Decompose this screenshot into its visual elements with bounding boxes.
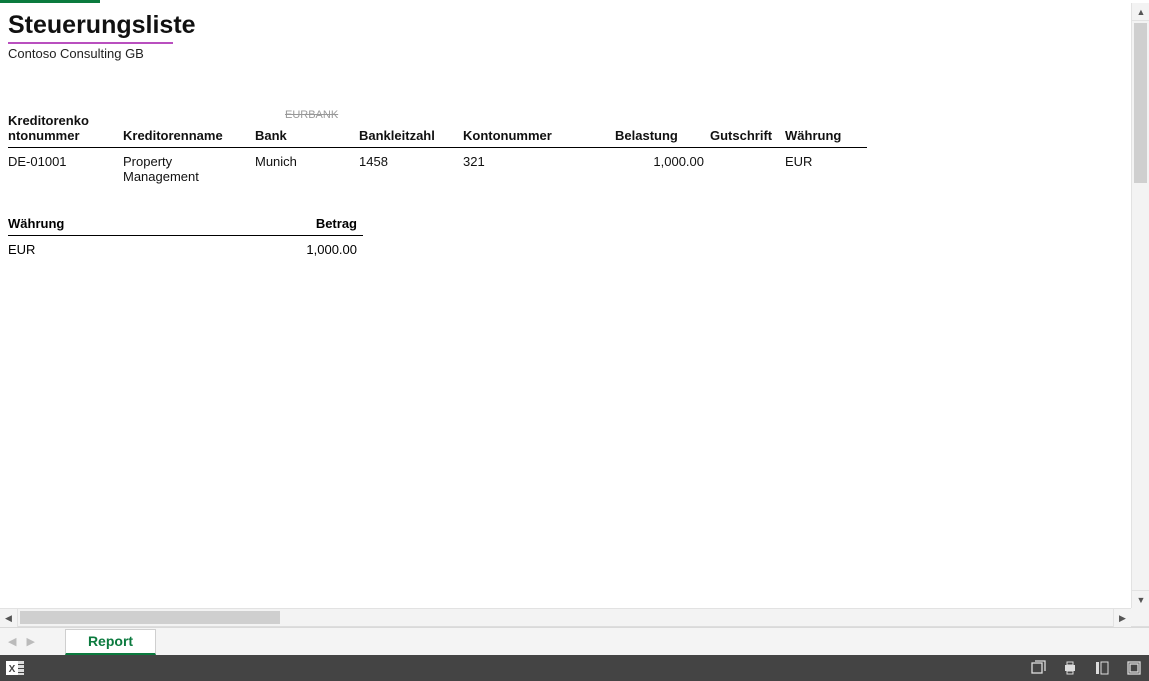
summary-col-waehrung: Währung [8,214,273,236]
report-title: Steuerungsliste [8,11,1123,40]
summary-table: Währung Betrag EUR 1,000.00 [8,214,363,263]
cell-kreditorenkontonummer: DE-01001 [8,148,123,191]
ghost-bank-text: EURBANK [285,109,338,121]
cell-belastung: 1,000.00 [615,148,710,191]
main-report-table: Kreditorenko ntonummer Kreditorenname Ba… [8,111,867,190]
vertical-scrollbar[interactable]: ▲ ▼ [1131,3,1149,608]
scroll-left-arrow-icon[interactable]: ◀ [0,609,18,627]
scroll-right-arrow-icon[interactable]: ▶ [1113,609,1131,627]
cell-bankleitzahl: 1458 [359,148,463,191]
cell-kontonummer: 321 [463,148,615,191]
title-underline [8,42,173,44]
print-icon[interactable] [1061,659,1079,677]
col-header-bankleitzahl: Bankleitzahl [359,111,463,148]
summary-row: EUR 1,000.00 [8,236,363,264]
sheet-nav-prev-icon[interactable]: ◀ [8,635,16,648]
horizontal-scroll-thumb[interactable] [20,611,280,624]
status-bar-right [1029,659,1143,677]
col-header-waehrung: Währung [785,111,867,148]
report-viewport: Steuerungsliste Contoso Consulting GB Kr… [0,3,1149,627]
col-header-kontonummer: Kontonummer [463,111,615,148]
excel-app-icon: X [6,659,26,677]
fullscreen-icon[interactable] [1125,659,1143,677]
summary-col-betrag: Betrag [273,214,363,236]
svg-text:X: X [9,664,16,675]
refresh-icon[interactable] [1029,659,1047,677]
scrollbar-corner [1131,608,1149,626]
cell-gutschrift [710,148,785,191]
scroll-up-arrow-icon[interactable]: ▲ [1132,3,1149,21]
cell-kreditorenname: Property Management [123,148,255,191]
col-header-kreditorenname: Kreditorenname [123,111,255,148]
report-subtitle: Contoso Consulting GB [8,46,1123,61]
horizontal-scrollbar[interactable]: ◀ ▶ [0,608,1131,626]
status-bar: X [0,655,1149,681]
summary-cell-waehrung: EUR [8,236,273,264]
vertical-scroll-thumb[interactable] [1134,23,1147,183]
col-header-belastung: Belastung [615,111,710,148]
app-window: Steuerungsliste Contoso Consulting GB Kr… [0,0,1149,681]
report-content: Steuerungsliste Contoso Consulting GB Kr… [0,3,1131,608]
col-header-gutschrift: Gutschrift [710,111,785,148]
tab-report[interactable]: Report [65,629,156,655]
table-row: DE-01001 Property Management Munich 1458… [8,148,867,191]
scroll-down-arrow-icon[interactable]: ▼ [1132,590,1149,608]
page-view-icon[interactable] [1093,659,1111,677]
sheet-tab-row: ◀ ▶ Report [0,627,1149,655]
col-header-kreditorenkontonummer: Kreditorenko ntonummer [8,111,123,148]
table-header-row: Kreditorenko ntonummer Kreditorenname Ba… [8,111,867,148]
sheet-nav-arrows: ◀ ▶ [8,635,35,648]
cell-waehrung: EUR [785,148,867,191]
tab-report-label: Report [88,633,133,649]
cell-bank: Munich [255,148,359,191]
sheet-nav-next-icon[interactable]: ▶ [26,635,34,648]
summary-cell-betrag: 1,000.00 [273,236,363,264]
summary-header-row: Währung Betrag [8,214,363,236]
